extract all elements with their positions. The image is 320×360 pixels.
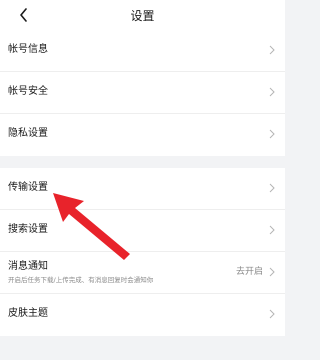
chevron-right-icon [269,87,275,97]
settings-group-account: 帐号信息 帐号安全 隐私设置 [0,30,285,156]
top-bar: 设置 [0,0,285,30]
row-label: 搜索设置 [8,224,48,235]
row-description: 开启后任务下载/上传完成、有消息回复时会通知你 [8,276,154,284]
notification-status-value: 去开启 [235,267,263,277]
row-label: 皮肤主题 [8,308,48,319]
chevron-right-icon [269,267,275,277]
row-label: 隐私设置 [8,128,48,139]
settings-row-search[interactable]: 搜索设置 [0,210,285,252]
row-label: 消息通知 [8,261,48,272]
chevron-right-icon [269,309,275,319]
settings-group-general: 传输设置 搜索设置 消息通知 开启后任务下载/上传完成、有消息回复时会通知你 去… [0,168,285,336]
settings-row-theme[interactable]: 皮肤主题 [0,294,285,336]
settings-row-notifications[interactable]: 消息通知 开启后任务下载/上传完成、有消息回复时会通知你 去开启 [0,252,285,294]
row-label: 传输设置 [8,182,48,193]
chevron-right-icon [269,129,275,139]
settings-row-privacy[interactable]: 隐私设置 [0,114,285,156]
settings-row-transfer[interactable]: 传输设置 [0,168,285,210]
chevron-right-icon [269,225,275,235]
chevron-right-icon [269,183,275,193]
row-label: 帐号信息 [8,44,48,55]
row-label: 帐号安全 [8,86,48,97]
chevron-right-icon [269,45,275,55]
page-title: 设置 [130,9,155,23]
settings-row-account-info[interactable]: 帐号信息 [0,30,285,72]
settings-screen: 设置 帐号信息 帐号安全 隐私设置 传输设置 搜索设置 消息通知 开启后任务下载… [0,0,285,360]
settings-row-account-security[interactable]: 帐号安全 [0,72,285,114]
